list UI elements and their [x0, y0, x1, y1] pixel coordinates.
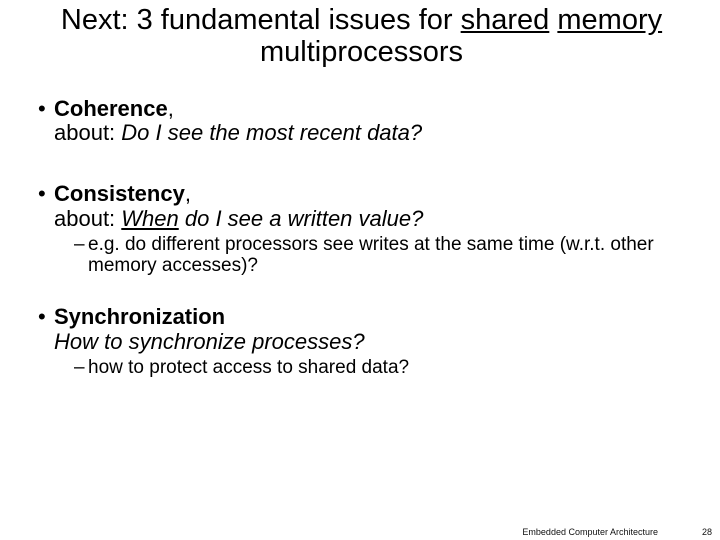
bullet-head: Consistency [54, 181, 185, 206]
bullet-about: about: [54, 120, 121, 145]
spacer [38, 150, 690, 182]
bullet-underlined-word: When [121, 206, 178, 231]
dash-icon: – [74, 235, 88, 277]
bullet-dot-icon: • [38, 305, 54, 354]
bullet-text: Synchronization How to synchronize proce… [54, 305, 690, 354]
title-suffix: multiprocessors [260, 36, 463, 68]
bullet-head: Coherence [54, 96, 168, 121]
title-underline-1: shared [461, 4, 550, 36]
footer-page-number: 28 [702, 527, 712, 537]
bullet-text: Coherence, about: Do I see the most rece… [54, 97, 690, 146]
slide: Next: 3 fundamental issues for shared me… [0, 5, 720, 540]
bullet-comma: , [168, 96, 174, 121]
slide-title: Next: 3 fundamental issues for shared me… [48, 5, 675, 69]
spacer [38, 277, 690, 305]
sub-bullet-synchronization: – how to protect access to shared data? [74, 358, 690, 379]
bullet-dot-icon: • [38, 182, 54, 231]
bullet-consistency: • Consistency, about: When do I see a wr… [38, 182, 690, 231]
sub-text: how to protect access to shared data? [88, 358, 690, 379]
footer-course: Embedded Computer Architecture [522, 527, 658, 537]
dash-icon: – [74, 358, 88, 379]
bullet-about: about: [54, 206, 121, 231]
sub-bullet-consistency: – e.g. do different processors see write… [74, 235, 690, 277]
bullet-synchronization: • Synchronization How to synchronize pro… [38, 305, 690, 354]
bullet-question: Do I see the most recent data? [121, 120, 422, 145]
bullet-question: do I see a written value? [179, 206, 424, 231]
bullet-comma: , [185, 181, 191, 206]
bullet-question: How to synchronize processes? [54, 329, 365, 354]
slide-body: • Coherence, about: Do I see the most re… [38, 97, 690, 379]
title-underline-2: memory [557, 4, 662, 36]
bullet-coherence: • Coherence, about: Do I see the most re… [38, 97, 690, 146]
sub-text: e.g. do different processors see writes … [88, 235, 690, 277]
title-prefix: Next: 3 fundamental issues for [61, 4, 461, 36]
bullet-dot-icon: • [38, 97, 54, 146]
bullet-head: Synchronization [54, 304, 225, 329]
bullet-text: Consistency, about: When do I see a writ… [54, 182, 690, 231]
